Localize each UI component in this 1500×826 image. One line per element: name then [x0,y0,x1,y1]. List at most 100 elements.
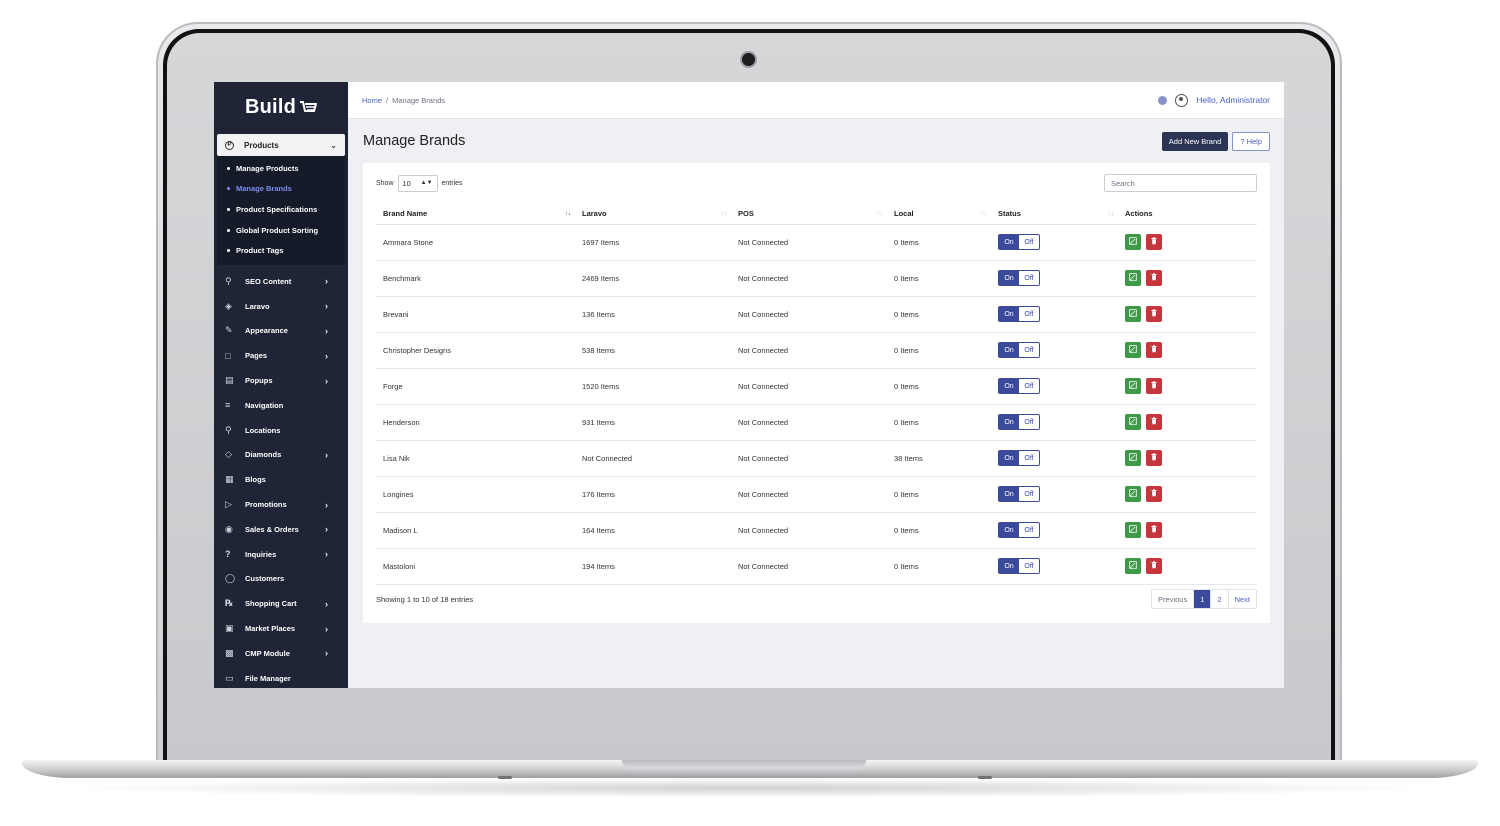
delete-button[interactable] [1146,558,1162,574]
toggle-off[interactable]: Off [1019,487,1039,501]
toggle-off[interactable]: Off [1019,271,1039,285]
edit-button[interactable] [1125,342,1141,358]
delete-button[interactable] [1146,450,1162,466]
pagination-page-1[interactable]: 1 [1194,590,1212,608]
cell-pos: Not Connected [731,440,887,477]
sidebar-item-sales-orders[interactable]: ◉ Sales & Orders › [214,517,348,542]
toggle-on[interactable]: On [999,307,1019,321]
delete-button[interactable] [1146,486,1162,502]
sidebar-item-pages[interactable]: □ Pages › [214,343,348,368]
add-new-brand-button[interactable]: Add New Brand [1161,131,1229,151]
status-toggle[interactable]: On Off [998,414,1040,430]
status-toggle[interactable]: On Off [998,306,1040,322]
submenu-item[interactable]: Manage Brands [217,179,345,200]
sidebar-item-navigation[interactable]: ≡ Navigation [214,393,348,418]
sidebar-item-popups[interactable]: ▤ Popups › [214,368,348,393]
toggle-on[interactable]: On [999,487,1019,501]
edit-button[interactable] [1125,450,1141,466]
store-icon: ▣ [225,623,234,634]
notification-dot-icon[interactable] [1158,95,1168,105]
pagination-page-2[interactable]: 2 [1211,590,1229,608]
sidebar-item-locations[interactable]: ⚲ Locations [214,418,348,443]
toggle-on[interactable]: On [999,415,1019,429]
search-input[interactable] [1104,174,1257,192]
toggle-on[interactable]: On [999,343,1019,357]
column-header-brand-name[interactable]: Brand Name ↑↓ [376,203,575,225]
submenu-item[interactable]: Manage Products [217,158,345,179]
sidebar-item-blogs[interactable]: ▦ Blogs [214,467,348,492]
toggle-off[interactable]: Off [1019,379,1039,393]
toggle-off[interactable]: Off [1019,523,1039,537]
sidebar-item-cmp-module[interactable]: ▩ CMP Module › [214,641,348,666]
toggle-off[interactable]: Off [1019,235,1039,249]
sidebar-item-promotions[interactable]: ▷ Promotions › [214,492,348,517]
delete-button[interactable] [1146,522,1162,538]
trash-icon [1150,417,1158,427]
edit-button[interactable] [1125,306,1141,322]
delete-button[interactable] [1146,270,1162,286]
toggle-on[interactable]: On [999,235,1019,249]
toggle-off[interactable]: Off [1019,559,1039,573]
sidebar-item-shopping-cart[interactable]: ℞ Shopping Cart › [214,591,348,616]
sidebar-item-diamonds[interactable]: ◇ Diamonds › [214,443,348,468]
column-header-status[interactable]: Status ↑↓ [991,203,1118,225]
status-toggle[interactable]: On Off [998,450,1040,466]
submenu-item[interactable]: Product Specifications [217,199,345,220]
table-row: Christopher Designs 538 Items Not Connecte… [376,332,1257,369]
edit-button[interactable] [1125,234,1141,250]
cell-pos: Not Connected [731,368,887,405]
sidebar-item-inquiries[interactable]: ? Inquiries › [214,542,348,567]
toggle-off[interactable]: Off [1019,415,1039,429]
delete-button[interactable] [1146,378,1162,394]
status-toggle[interactable]: On Off [998,378,1040,394]
edit-button[interactable] [1125,558,1141,574]
edit-button[interactable] [1125,270,1141,286]
sidebar-item-laravo[interactable]: ◈ Laravo › [214,294,348,319]
sidebar-item-customers[interactable]: ◯ Customers [214,567,348,592]
column-header-pos[interactable]: POS ↑↓ [731,203,887,225]
user-area: Hello, Administrator [1158,93,1270,107]
delete-button[interactable] [1146,414,1162,430]
column-header-laravo[interactable]: Laravo ↑↓ [575,203,731,225]
sidebar-item-products[interactable]: P Products ⌄ [217,134,345,156]
toggle-on[interactable]: On [999,523,1019,537]
delete-button[interactable] [1146,306,1162,322]
edit-button[interactable] [1125,414,1141,430]
user-avatar-icon[interactable] [1175,93,1189,107]
entries-select[interactable]: 10 ▲▼ [397,174,438,192]
status-toggle[interactable]: On Off [998,522,1040,538]
sidebar-item-file-manager[interactable]: ▭ File Manager [214,666,348,688]
breadcrumb-home[interactable]: Home [362,96,382,105]
pagination-previous[interactable]: Previous [1152,590,1195,608]
toggle-off[interactable]: Off [1019,343,1039,357]
toggle-off[interactable]: Off [1019,307,1039,321]
toggle-on[interactable]: On [999,271,1019,285]
sidebar-item-appearance[interactable]: ✎ Appearance › [214,319,348,344]
submenu-item[interactable]: Global Product Sorting [217,220,345,241]
submenu-item[interactable]: Product Tags [217,240,345,261]
logo[interactable]: Build [214,82,348,132]
toggle-off[interactable]: Off [1019,451,1039,465]
edit-button[interactable] [1125,486,1141,502]
chevron-right-icon: › [325,325,328,336]
status-toggle[interactable]: On Off [998,342,1040,358]
status-toggle[interactable]: On Off [998,234,1040,250]
sort-icon: ↑↓ [980,210,988,217]
column-header-local[interactable]: Local ↑↓ [887,203,991,225]
toggle-on[interactable]: On [999,379,1019,393]
sidebar-item-market-places[interactable]: ▣ Market Places › [214,616,348,641]
status-toggle[interactable]: On Off [998,486,1040,502]
toggle-on[interactable]: On [999,559,1019,573]
toggle-on[interactable]: On [999,451,1019,465]
user-greeting[interactable]: Hello, Administrator [1196,95,1270,105]
pagination-next[interactable]: Next [1229,590,1256,608]
edit-button[interactable] [1125,378,1141,394]
edit-button[interactable] [1125,522,1141,538]
sidebar-item-seo-content[interactable]: ⚲ SEO Content › [214,269,348,294]
delete-button[interactable] [1146,342,1162,358]
status-toggle[interactable]: On Off [998,270,1040,286]
status-toggle[interactable]: On Off [998,558,1040,574]
cell-actions [1118,512,1257,549]
help-button[interactable]: ? Help [1232,131,1270,151]
delete-button[interactable] [1146,234,1162,250]
